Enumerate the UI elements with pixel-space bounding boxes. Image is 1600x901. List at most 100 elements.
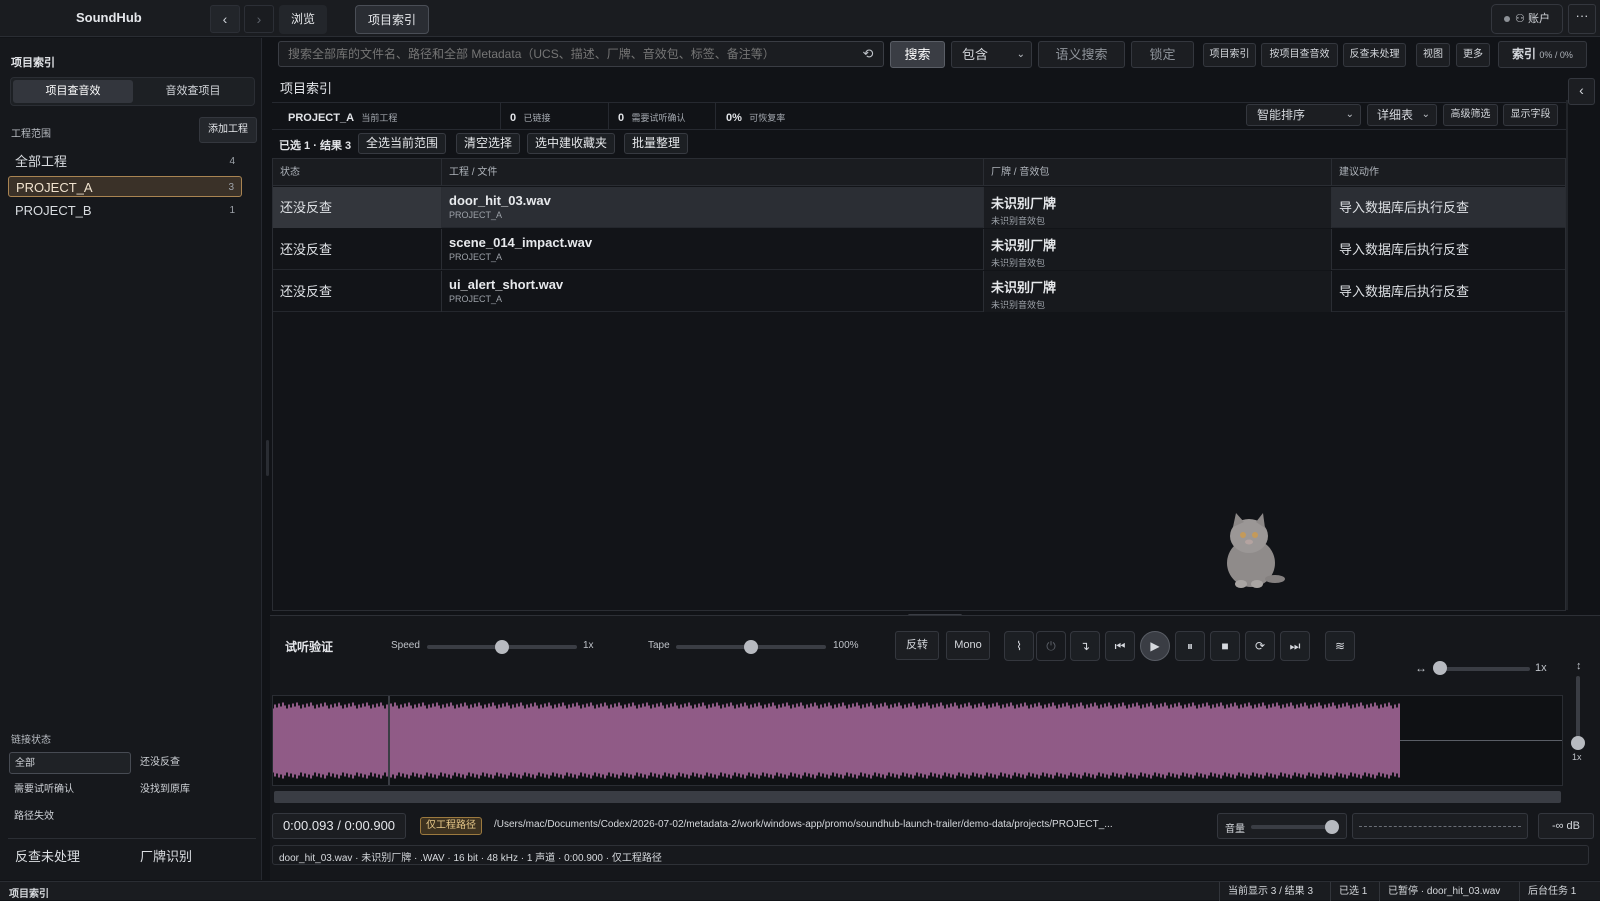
link-filter-all[interactable]: 全部: [9, 752, 131, 774]
tape-slider-knob[interactable]: [744, 640, 758, 654]
clear-selection-button[interactable]: 清空选择: [456, 133, 521, 154]
semantic-search-button[interactable]: 语义搜索: [1038, 41, 1125, 68]
summary-divider: [608, 103, 609, 130]
level-meter: [1352, 813, 1528, 839]
link-filter-path-broken[interactable]: 路径失效: [9, 806, 131, 828]
create-collection-button[interactable]: 选中建收藏夹: [527, 133, 616, 154]
col-file[interactable]: 工程 / 文件: [442, 159, 984, 186]
toolbar-view[interactable]: 视图: [1416, 43, 1450, 67]
tree-item-label: 全部工程: [15, 154, 68, 169]
table-row[interactable]: 还没反查 door_hit_03.wav PROJECT_A 未识别厂牌 未识别音效…: [273, 187, 1565, 228]
tree-item-project-b[interactable]: PROJECT_B 1: [8, 200, 242, 221]
toolbar-by-project[interactable]: 按项目查音效: [1261, 43, 1338, 67]
tree-item-label: PROJECT_B: [15, 203, 92, 218]
match-mode-select[interactable]: 包含 ⌄: [951, 41, 1032, 68]
lock-button[interactable]: 锁定: [1131, 41, 1194, 68]
search-history-icon[interactable]: ⟲: [859, 45, 877, 63]
toolbar-project-index[interactable]: 项目索引: [1203, 43, 1256, 67]
zoom-slider-knob[interactable]: [1433, 661, 1447, 675]
advanced-filter-button[interactable]: 高级筛选: [1443, 104, 1498, 126]
loop-icon[interactable]: ⟳: [1245, 631, 1275, 661]
batch-organize-button[interactable]: 批量整理: [624, 133, 689, 154]
cell-file: scene_014_impact.wav PROJECT_A: [442, 229, 984, 270]
cell-status: 还没反查: [273, 271, 442, 312]
cell-brand: 未识别厂牌 未识别音效包: [984, 229, 1332, 270]
zoom-slider[interactable]: [1440, 667, 1530, 671]
seg-project-to-sound[interactable]: 项目查音效: [13, 80, 133, 103]
waveform-path: [272, 702, 1400, 779]
show-fields-button[interactable]: 显示字段: [1503, 104, 1558, 126]
seg-sound-to-project[interactable]: 音效查项目: [133, 80, 253, 103]
cell-status: 还没反查: [273, 187, 442, 228]
col-status[interactable]: 状态: [273, 159, 442, 186]
chevron-down-icon: ⌄: [1421, 109, 1430, 120]
forward-button[interactable]: ›: [244, 5, 274, 33]
play-icon[interactable]: ▶: [1140, 631, 1170, 661]
pause-icon[interactable]: ⏸: [1175, 631, 1205, 661]
tree-item-all[interactable]: 全部工程 4: [8, 151, 242, 172]
collapse-panel-button[interactable]: ‹: [1568, 78, 1595, 105]
waveform-scrollbar[interactable]: [274, 791, 1561, 803]
summary-confirm: 0 需要试听确认: [618, 110, 685, 124]
tree-item-count: 4: [229, 156, 235, 167]
audition-panel: 试听验证 Speed 1x Tape 100% 反转 Mono ⌇ ⏻ ↴ ⏮ …: [270, 615, 1600, 880]
link-filter-need-confirm[interactable]: 需要试听确认: [9, 779, 131, 801]
summary-confirm-value: 0: [618, 112, 625, 124]
stop-icon[interactable]: ■: [1210, 631, 1240, 661]
volume-slider[interactable]: [1251, 825, 1336, 829]
speed-slider-knob[interactable]: [495, 640, 509, 654]
toolbar-more[interactable]: 更多: [1456, 43, 1490, 67]
volume-slider-knob[interactable]: [1325, 820, 1339, 834]
waveform-view[interactable]: [272, 695, 1563, 786]
skip-forward-icon[interactable]: ⏭: [1280, 631, 1310, 661]
envelope-icon[interactable]: ⌇: [1004, 631, 1034, 661]
jump-to-icon[interactable]: ↴: [1070, 631, 1100, 661]
player-title: 试听验证: [285, 640, 334, 654]
cell-brand: 未识别厂牌 未识别音效包: [984, 187, 1332, 228]
level-meter-track: [1359, 826, 1521, 827]
account-button[interactable]: ⚇ 账户: [1491, 4, 1563, 34]
more-menu-button[interactable]: ···: [1568, 4, 1596, 34]
sidebar-mode-switch: 项目查音效 音效查项目: [10, 77, 255, 106]
sidebar-brand-detect-button[interactable]: 厂牌识别: [140, 846, 192, 865]
search-input[interactable]: [279, 42, 849, 66]
view-value: 详细表: [1377, 108, 1414, 122]
status-section: 项目索引: [9, 889, 49, 900]
status-playback: 已暂停 · door_hit_03.wav: [1379, 882, 1508, 901]
speed-value: 1x: [583, 640, 594, 651]
search-button[interactable]: 搜索: [890, 41, 945, 68]
waveform-mode-icon[interactable]: ≋: [1325, 631, 1355, 661]
sort-select[interactable]: 智能排序 ⌄: [1246, 104, 1361, 126]
select-all-button[interactable]: 全选当前范围: [358, 133, 447, 154]
skip-back-icon[interactable]: ⏮: [1105, 631, 1135, 661]
toolbar-unprocessed[interactable]: 反查未处理: [1343, 43, 1406, 67]
vertical-zoom-knob[interactable]: [1571, 736, 1585, 750]
link-filter-not-found[interactable]: 没找到原库: [135, 779, 257, 801]
link-filter-unchecked[interactable]: 还没反查: [135, 752, 257, 774]
mono-button[interactable]: Mono: [946, 631, 990, 660]
chevron-down-icon: ⌄: [1345, 109, 1354, 120]
tree-item-project-a[interactable]: PROJECT_A 3: [8, 176, 242, 197]
volume-control: 音量: [1217, 813, 1347, 839]
view-select[interactable]: 详细表 ⌄: [1367, 104, 1437, 126]
table-row[interactable]: 还没反查 ui_alert_short.wav PROJECT_A 未识别厂牌 未识…: [273, 271, 1565, 312]
reverse-button[interactable]: 反转: [895, 631, 939, 660]
action-text: 导入数据库后执行反查: [1339, 242, 1470, 257]
sidebar-unprocessed-button[interactable]: 反查未处理: [15, 846, 80, 865]
sidebar-resize-handle[interactable]: [266, 440, 269, 476]
cell-action: 导入数据库后执行反查: [1332, 229, 1565, 270]
file-path[interactable]: /Users/mac/Documents/Codex/2026-07-02/me…: [494, 819, 1190, 830]
path-badge: 仅工程路径: [420, 817, 482, 835]
file-project: PROJECT_A: [449, 294, 503, 304]
table-row[interactable]: 还没反查 scene_014_impact.wav PROJECT_A 未识别厂牌…: [273, 229, 1565, 270]
scrollbar-track[interactable]: [1566, 100, 1568, 610]
results-table: 状态 工程 / 文件 厂牌 / 音效包 建议动作 还没反查 door_hit_0…: [272, 158, 1566, 611]
power-icon[interactable]: ⏻: [1036, 631, 1066, 661]
col-brand[interactable]: 厂牌 / 音效包: [984, 159, 1332, 186]
back-button[interactable]: ‹: [210, 5, 240, 33]
tab-browse[interactable]: 浏览: [279, 5, 328, 34]
add-project-button[interactable]: 添加工程: [199, 117, 257, 143]
tab-project-index[interactable]: 项目索引: [355, 5, 430, 34]
pack-name: 未识别音效包: [991, 300, 1046, 310]
col-action[interactable]: 建议动作: [1332, 159, 1565, 186]
